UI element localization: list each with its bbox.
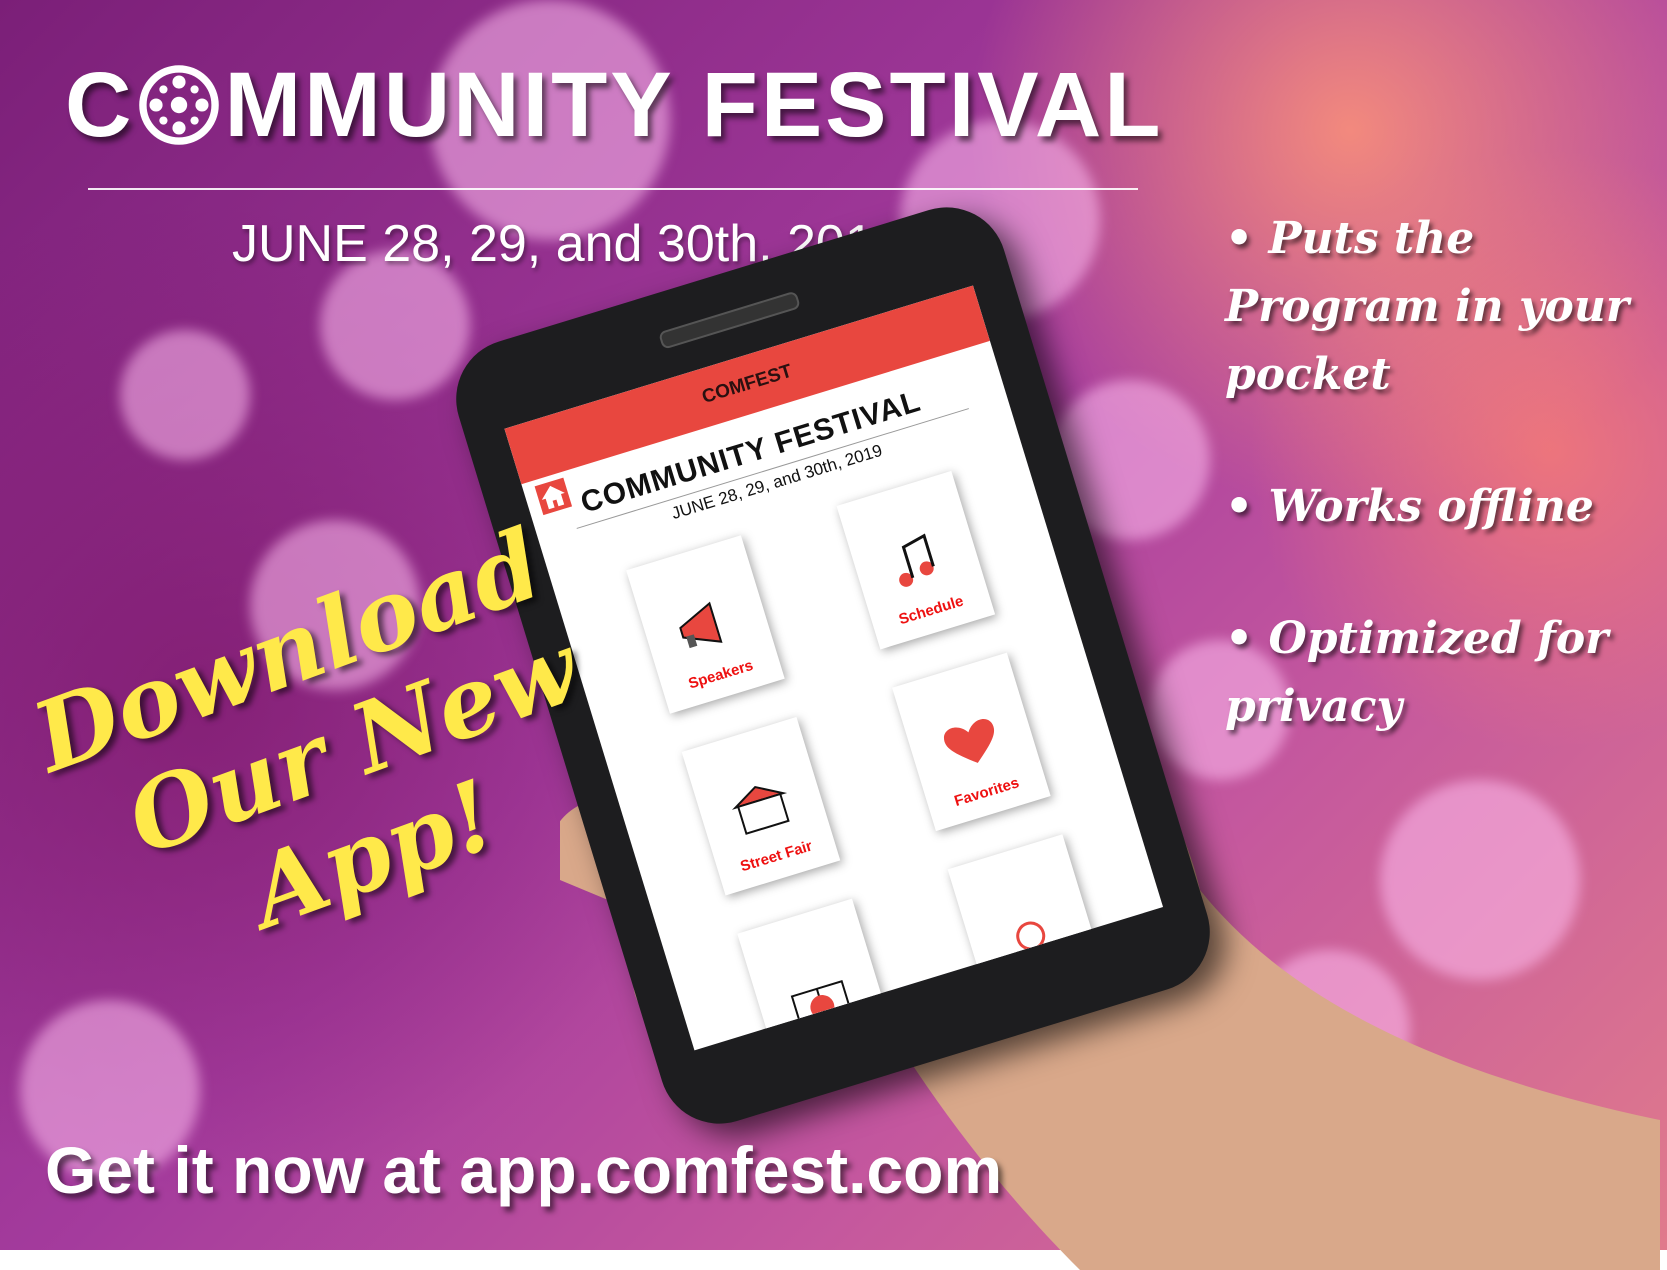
- music-notes-icon: [899, 533, 935, 587]
- app-menu-grid: Speakers Schedule Street Fair Favorites: [626, 449, 1163, 1051]
- tile-schedule[interactable]: Schedule: [836, 470, 996, 650]
- tile-label: Speakers: [686, 656, 756, 693]
- festival-title: C MMUNITY FESTIVAL: [65, 53, 1164, 156]
- book-icon: [790, 980, 855, 1035]
- tile-favorites[interactable]: Favorites: [892, 652, 1051, 832]
- tile-street-fair[interactable]: Street Fair: [681, 716, 841, 896]
- app-bar-title: COMFEST: [699, 360, 795, 408]
- title-divider: [88, 188, 1138, 190]
- tile-label: Street Fair: [738, 837, 815, 876]
- heart-icon: [943, 718, 995, 763]
- tile-info[interactable]: [947, 834, 1107, 1013]
- tent-icon: [731, 785, 790, 835]
- lightbulb-icon: [1016, 921, 1046, 961]
- title-prefix: C: [65, 53, 135, 156]
- tile-program-book[interactable]: [737, 898, 896, 1051]
- festival-logo-icon: [139, 65, 220, 145]
- bokeh-light: [120, 330, 250, 460]
- title-rest: MMUNITY FESTIVAL: [224, 53, 1164, 156]
- tile-label: Favorites: [952, 774, 1022, 810]
- download-url-cta[interactable]: Get it now at app.comfest.com: [45, 1132, 1002, 1208]
- tile-label: Schedule: [896, 592, 966, 629]
- megaphone-icon: [679, 601, 723, 649]
- feature-item: • Puts the Program in your pocket: [1225, 213, 1630, 400]
- tile-speakers[interactable]: Speakers: [626, 535, 785, 714]
- phone-speaker: [658, 290, 801, 350]
